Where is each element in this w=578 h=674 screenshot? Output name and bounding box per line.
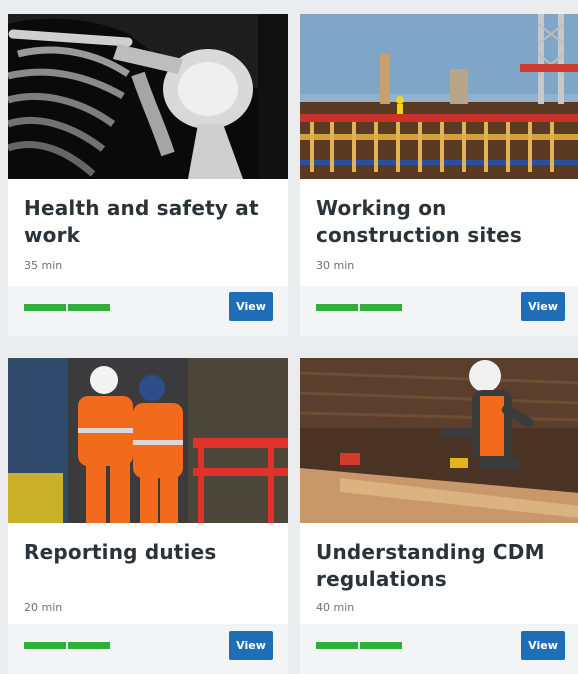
view-button[interactable]: View xyxy=(229,292,273,321)
progress-bar xyxy=(316,642,402,649)
course-thumbnail[interactable] xyxy=(8,14,288,179)
progress-bar xyxy=(24,304,110,311)
workers-hi-vis-image xyxy=(8,358,288,523)
progress-segment xyxy=(68,642,110,649)
card-footer: View xyxy=(8,286,288,336)
course-title: Understanding CDM regulations xyxy=(316,540,545,591)
progress-segment xyxy=(24,304,66,311)
progress-segment xyxy=(360,304,402,311)
card-footer: View xyxy=(8,624,288,674)
progress-segment xyxy=(316,642,358,649)
course-title: Working on construction sites xyxy=(316,196,523,247)
course-thumbnail[interactable] xyxy=(8,358,288,523)
view-button[interactable]: View xyxy=(521,292,565,321)
construction-site-image xyxy=(300,14,578,179)
course-grid: Health and safety at work 35 min Working… xyxy=(8,14,578,674)
card-footer: View xyxy=(300,624,578,674)
course-thumbnail[interactable] xyxy=(300,358,578,523)
course-duration: 30 min xyxy=(316,259,355,272)
progress-segment xyxy=(360,642,402,649)
course-duration: 20 min xyxy=(24,601,63,614)
view-button[interactable]: View xyxy=(521,631,565,660)
course-duration: 40 min xyxy=(316,601,355,614)
course-card[interactable]: Understanding CDM regulations 40 min xyxy=(300,358,578,668)
carpenter-workshop-image xyxy=(300,358,578,523)
progress-segment xyxy=(24,642,66,649)
course-thumbnail[interactable] xyxy=(300,14,578,179)
course-title: Health and safety at work xyxy=(24,196,259,247)
progress-bar xyxy=(24,642,110,649)
course-title: Reporting duties xyxy=(24,540,217,564)
course-card[interactable]: Working on construction sites 30 min xyxy=(300,14,578,286)
progress-bar xyxy=(316,304,402,311)
course-duration: 35 min xyxy=(24,259,63,272)
progress-segment xyxy=(316,304,358,311)
course-card[interactable]: Reporting duties 20 min xyxy=(8,358,288,668)
course-card[interactable]: Health and safety at work 35 min xyxy=(8,14,288,286)
view-button[interactable]: View xyxy=(229,631,273,660)
x-ray-shoulder-image xyxy=(8,14,288,179)
card-footer: View xyxy=(300,286,578,336)
progress-segment xyxy=(68,304,110,311)
